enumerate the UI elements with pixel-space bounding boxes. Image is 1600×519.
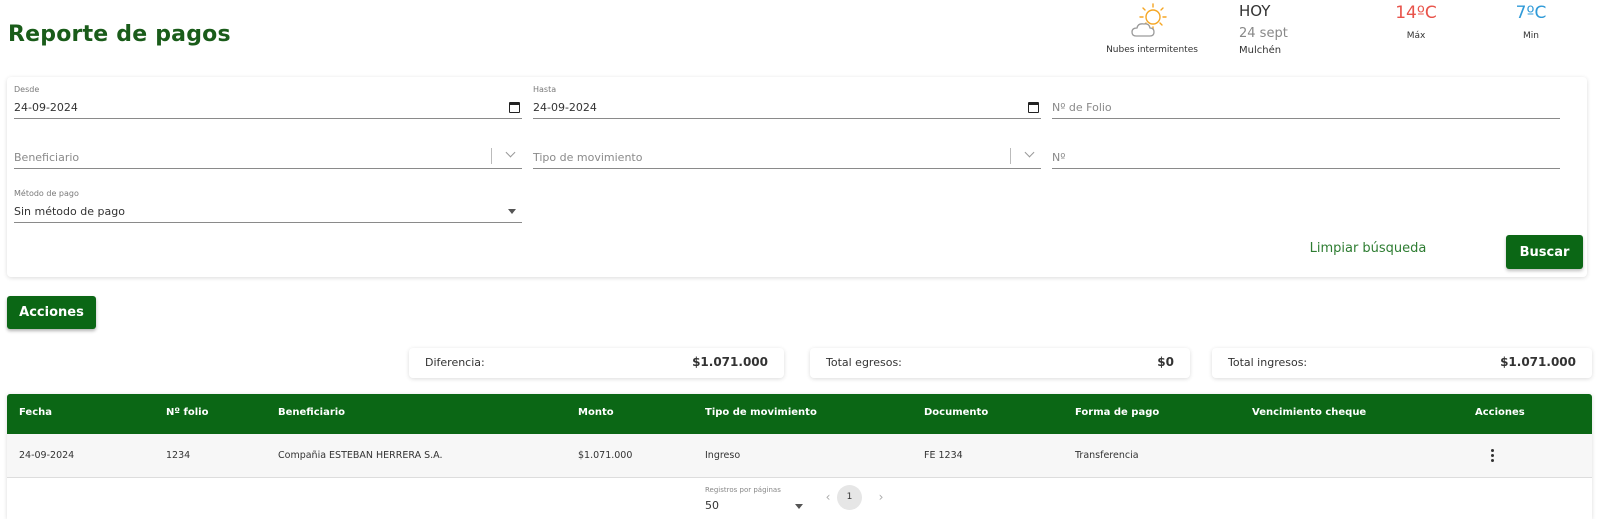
cell-forma-pago: Transferencia	[1075, 450, 1139, 461]
folio-placeholder: Nº de Folio	[1052, 101, 1112, 114]
hasta-value: 24-09-2024	[533, 101, 597, 114]
search-button[interactable]: Buscar	[1506, 235, 1583, 269]
weather-day: HOY	[1239, 2, 1271, 20]
weather-date: 24 sept	[1239, 26, 1288, 41]
page-button-current[interactable]: 1	[837, 485, 862, 510]
table-header: Fecha Nº folio Beneficiario Monto Tipo d…	[7, 394, 1592, 434]
caret-down-icon[interactable]	[508, 209, 516, 214]
desde-label: Desde	[14, 85, 40, 94]
calendar-icon[interactable]	[509, 102, 520, 113]
column-header: Fecha	[19, 407, 53, 418]
weather-city: Mulchén	[1239, 45, 1282, 56]
column-header: Tipo de movimiento	[705, 407, 817, 418]
summary-diferencia: Diferencia: $1.071.000	[409, 348, 784, 378]
column-header: Forma de pago	[1075, 407, 1160, 418]
cell-monto: $1.071.000	[578, 450, 633, 461]
weather-max-temp: 14ºC	[1395, 3, 1437, 23]
hasta-label: Hasta	[533, 85, 557, 94]
caret-down-icon[interactable]	[795, 504, 803, 509]
page-title: Reporte de pagos	[8, 22, 231, 47]
desde-value: 24-09-2024	[14, 101, 78, 114]
column-header: Vencimiento cheque	[1252, 407, 1367, 418]
payments-table: Fecha Nº folio Beneficiario Monto Tipo d…	[7, 394, 1592, 519]
column-header: Monto	[578, 407, 614, 418]
select-separator	[491, 148, 492, 164]
select-separator	[1010, 148, 1011, 164]
weather-description: Nubes intermitentes	[1106, 45, 1198, 55]
calendar-icon[interactable]	[1028, 102, 1039, 113]
column-header: Documento	[924, 407, 989, 418]
hasta-date-field[interactable]: Hasta 24-09-2024	[533, 85, 1041, 119]
folio-input[interactable]: Nº de Folio	[1052, 85, 1560, 119]
metodo-pago-label: Método de pago	[14, 189, 79, 198]
partly-cloudy-icon	[1131, 3, 1167, 37]
metodo-pago-select[interactable]: Método de pago Sin método de pago	[14, 189, 522, 223]
rows-per-page-value: 50	[705, 499, 719, 512]
cell-fecha: 24-09-2024	[19, 450, 75, 461]
weather-min-temp: 7ºC	[1515, 3, 1547, 23]
cell-folio: 1234	[166, 450, 191, 461]
weather-max-label: Máx	[1406, 31, 1426, 41]
table-row: 24-09-2024 1234 Compañia ESTEBAN HERRERA…	[7, 434, 1592, 478]
summary-label: Diferencia:	[425, 356, 485, 369]
chevron-right-icon[interactable]: ›	[873, 489, 889, 505]
chevron-down-icon[interactable]	[1024, 147, 1035, 158]
summary-value: $0	[1157, 355, 1174, 369]
filter-card: Desde 24-09-2024 Hasta 24-09-2024 Nº de …	[7, 77, 1587, 277]
column-header: Beneficiario	[278, 407, 346, 418]
column-header: Acciones	[1475, 407, 1525, 418]
summary-value: $1.071.000	[692, 355, 768, 369]
rows-per-page-label: Registros por páginas	[705, 486, 781, 494]
summary-value: $1.071.000	[1500, 355, 1576, 369]
tipo-movimiento-select[interactable]: Tipo de movimiento	[533, 135, 1041, 169]
summary-egresos: Total egresos: $0	[810, 348, 1190, 378]
cell-tipo-movimiento: Ingreso	[705, 450, 741, 461]
summary-label: Total ingresos:	[1228, 356, 1308, 369]
summary-label: Total egresos:	[826, 356, 902, 369]
chevron-left-icon[interactable]: ‹	[820, 489, 836, 505]
cell-documento: FE 1234	[924, 450, 963, 461]
beneficiario-select[interactable]: Beneficiario	[14, 135, 522, 169]
cell-beneficiario: Compañia ESTEBAN HERRERA S.A.	[278, 450, 443, 461]
metodo-pago-value: Sin método de pago	[14, 205, 125, 218]
actions-button[interactable]: Acciones	[7, 296, 96, 329]
summary-ingresos: Total ingresos: $1.071.000	[1212, 348, 1592, 378]
chevron-down-icon[interactable]	[505, 147, 516, 158]
column-header: Nº folio	[166, 407, 209, 418]
desde-date-field[interactable]: Desde 24-09-2024	[14, 85, 522, 119]
beneficiario-placeholder: Beneficiario	[14, 151, 80, 164]
numero-input[interactable]: Nº	[1052, 135, 1560, 169]
rows-per-page-select[interactable]: 50	[705, 498, 805, 516]
clear-search-button[interactable]: Limpiar búsqueda	[1302, 237, 1434, 261]
more-vert-icon[interactable]	[1486, 448, 1498, 464]
weather-min-label: Min	[1523, 31, 1539, 41]
tipo-movimiento-placeholder: Tipo de movimiento	[533, 151, 643, 164]
numero-placeholder: Nº	[1052, 151, 1066, 164]
